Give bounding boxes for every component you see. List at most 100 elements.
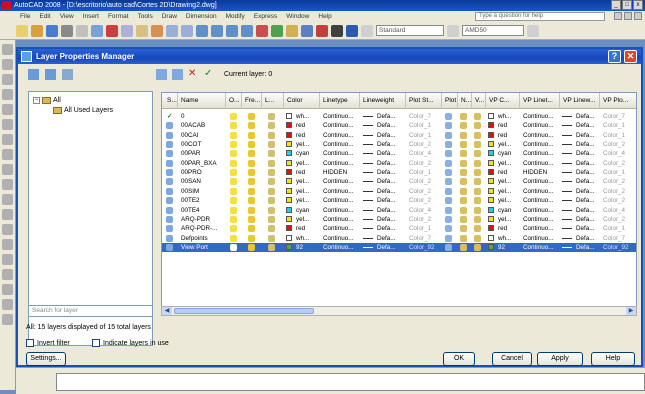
lock-icon[interactable]: [268, 225, 275, 233]
vp-color-swatch[interactable]: [488, 131, 494, 138]
new-vp-freeze-icon[interactable]: [460, 113, 467, 120]
color-swatch[interactable]: [286, 206, 292, 213]
lock-icon[interactable]: [268, 113, 275, 120]
plot-printer-icon[interactable]: [445, 178, 452, 186]
on-off-bulb-icon[interactable]: [230, 178, 237, 186]
column-header[interactable]: V...: [472, 93, 486, 109]
color-swatch[interactable]: [286, 169, 292, 176]
new-vp-freeze-icon[interactable]: [460, 206, 467, 214]
column-header[interactable]: Lineweight: [360, 93, 406, 109]
cancel-button[interactable]: Cancel: [492, 352, 532, 366]
new-vp-freeze-icon[interactable]: [460, 159, 467, 167]
color-swatch[interactable]: [286, 150, 292, 157]
search-layer-input[interactable]: Search for layer: [28, 305, 153, 317]
plot-printer-icon[interactable]: [445, 122, 452, 130]
on-off-bulb-icon[interactable]: [230, 141, 237, 149]
layer-status-icon[interactable]: [166, 197, 173, 205]
column-header[interactable]: Linetype: [320, 93, 360, 109]
column-header[interactable]: VP C...: [486, 93, 520, 109]
on-off-bulb-icon[interactable]: [230, 169, 237, 177]
delete-layer-icon[interactable]: ✕: [188, 69, 199, 80]
on-off-bulb-icon[interactable]: [230, 243, 237, 251]
close-icon[interactable]: x: [633, 0, 643, 10]
info-icon[interactable]: [634, 12, 642, 20]
dialog-close-icon[interactable]: ✕: [624, 50, 637, 63]
vp-freeze-icon[interactable]: [474, 131, 481, 139]
lock-icon[interactable]: [268, 159, 275, 167]
scroll-thumb[interactable]: [174, 308, 314, 314]
color-swatch[interactable]: [286, 197, 292, 204]
menu-window[interactable]: Window: [286, 13, 309, 20]
plot-printer-icon[interactable]: [445, 215, 452, 223]
vp-color-swatch[interactable]: [488, 159, 494, 166]
column-header[interactable]: Name: [178, 93, 226, 109]
new-vp-freeze-icon[interactable]: [460, 150, 467, 158]
help-search-input[interactable]: Type a question for help: [475, 12, 605, 21]
plot-printer-icon[interactable]: [445, 187, 452, 195]
vp-color-swatch[interactable]: [488, 150, 494, 157]
lock-icon[interactable]: [268, 215, 275, 223]
layer-status-icon[interactable]: [166, 206, 173, 214]
new-vp-freeze-icon[interactable]: [460, 187, 467, 195]
menu-draw[interactable]: Draw: [162, 13, 177, 20]
vp-color-swatch[interactable]: [488, 178, 494, 185]
freeze-sun-icon[interactable]: [248, 159, 255, 167]
column-header[interactable]: N...: [458, 93, 472, 109]
indicate-in-use-checkbox[interactable]: [92, 339, 100, 347]
help-button[interactable]: Help: [591, 352, 635, 366]
on-off-bulb-icon[interactable]: [230, 150, 237, 158]
lock-icon[interactable]: [268, 197, 275, 205]
menu-express[interactable]: Express: [254, 13, 277, 20]
vp-color-swatch[interactable]: [488, 141, 494, 148]
column-header[interactable]: VP Linet...: [520, 93, 560, 109]
arc-icon[interactable]: [2, 119, 13, 130]
plot-printer-icon[interactable]: [445, 234, 452, 242]
zoom-realtime-icon[interactable]: [211, 24, 223, 37]
new-vp-freeze-icon[interactable]: [460, 225, 467, 233]
table-row[interactable]: 00TE2 yel... Continuo... Defa... Color_2 yel.…: [162, 196, 636, 205]
color-swatch[interactable]: [286, 159, 292, 166]
freeze-sun-icon[interactable]: [248, 131, 255, 139]
layer-status-icon[interactable]: [166, 187, 173, 195]
table-row[interactable]: ARQ-PDR-... red Continuo... Defa... Color_1 r…: [162, 224, 636, 233]
lock-icon[interactable]: [268, 206, 275, 214]
on-off-bulb-icon[interactable]: [230, 122, 237, 130]
rectangle-icon[interactable]: [2, 104, 13, 115]
plot-printer-icon[interactable]: [445, 150, 452, 158]
hatch-icon[interactable]: [2, 254, 13, 265]
color-swatch[interactable]: [286, 131, 292, 138]
table-row[interactable]: View Port 92 Continuo... Defa... Color_92 92 C…: [162, 242, 636, 252]
color-swatch[interactable]: [286, 243, 292, 250]
color-swatch[interactable]: [286, 215, 292, 222]
new-layer-icon[interactable]: [156, 69, 167, 80]
column-header[interactable]: S...: [164, 93, 178, 109]
layer-status-icon[interactable]: [166, 215, 173, 223]
paste-icon[interactable]: [136, 24, 148, 37]
freeze-sun-icon[interactable]: [248, 234, 255, 242]
menu-edit[interactable]: Edit: [39, 13, 50, 20]
column-header[interactable]: Color: [284, 93, 320, 109]
new-vp-freeze-icon[interactable]: [460, 243, 467, 251]
menu-dimension[interactable]: Dimension: [186, 13, 217, 20]
lock-icon[interactable]: [268, 131, 275, 139]
undo-icon[interactable]: [166, 24, 178, 37]
freeze-sun-icon[interactable]: [248, 197, 255, 205]
zoom-previous-icon[interactable]: [241, 24, 253, 37]
point-icon[interactable]: [2, 239, 13, 250]
vp-freeze-icon[interactable]: [474, 122, 481, 130]
table-row[interactable]: Defpoints wh... Continuo... Defa... Color_7 w…: [162, 234, 636, 243]
vp-freeze-icon[interactable]: [474, 206, 481, 214]
apply-button[interactable]: Apply: [537, 352, 583, 366]
vp-freeze-icon[interactable]: [474, 243, 481, 251]
table-row[interactable]: 00SIM yel... Continuo... Defa... Color_2 yel.…: [162, 187, 636, 196]
polyline-icon[interactable]: [2, 74, 13, 85]
table-row[interactable]: 00ACAB red Continuo... Defa... Color_1 red Con…: [162, 121, 636, 130]
table-row[interactable]: ✓ 0 wh... Continuo... Defa... Color_7 wh... Con…: [162, 112, 636, 121]
color-swatch[interactable]: [286, 113, 292, 119]
layer-status-icon[interactable]: [166, 169, 173, 177]
maximize-button[interactable]: □: [622, 0, 632, 10]
layer-status-icon[interactable]: [166, 141, 173, 149]
column-header[interactable]: Fre...: [242, 93, 262, 109]
freeze-sun-icon[interactable]: [248, 187, 255, 195]
vp-color-swatch[interactable]: [488, 225, 494, 232]
